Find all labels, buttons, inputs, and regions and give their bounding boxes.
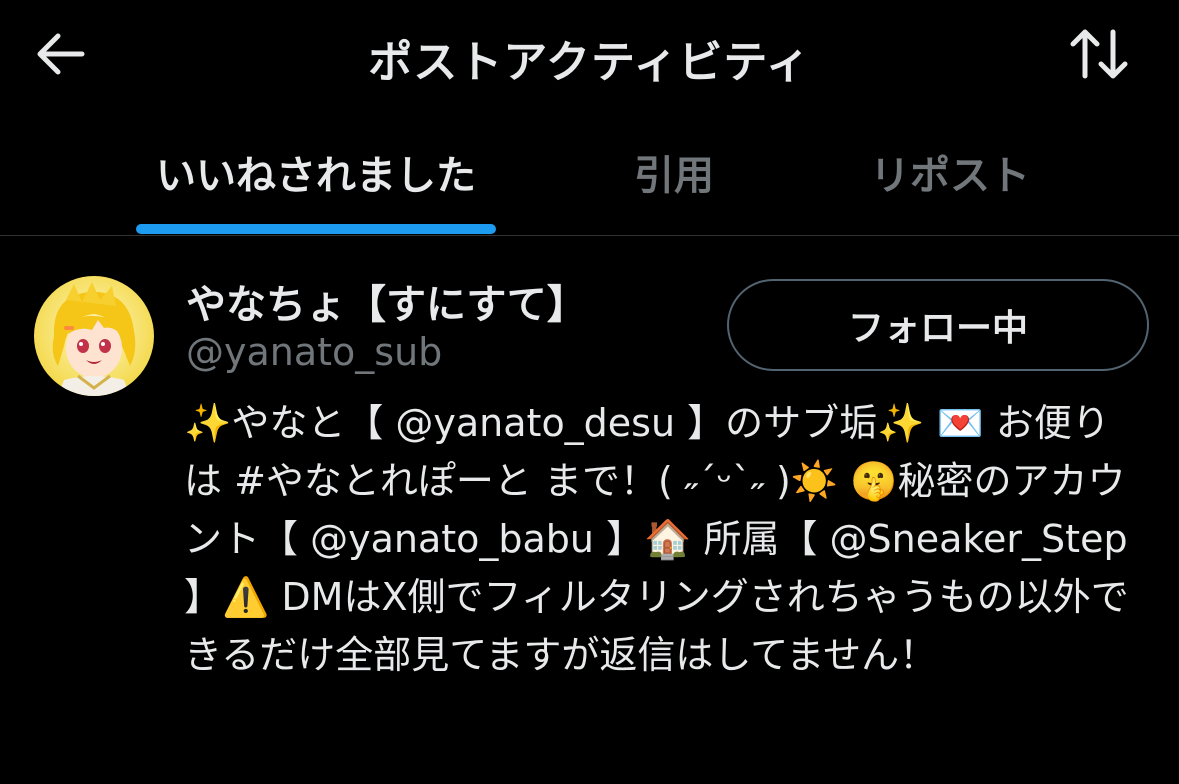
tab-bar: いいねされました 引用 リポスト [0,110,1179,236]
display-name[interactable]: やなちょ【すにすて】 [186,272,587,330]
avatar-image [34,276,154,396]
page-title: ポストアクティビティ [368,37,811,88]
avatar[interactable] [34,276,154,396]
tab-reposts[interactable]: リポスト [850,110,1050,234]
tab-quotes[interactable]: 引用 [594,110,754,234]
active-tab-indicator [136,224,496,234]
sort-button[interactable] [1063,22,1135,86]
sort-arrows-icon [1070,29,1128,79]
tab-likes[interactable]: いいねされました [136,110,496,234]
user-handle[interactable]: @yanato_sub [186,330,442,374]
header: ポストアクティビティ [0,0,1179,110]
user-bio: ✨やなと【 @yanato_desu 】のサブ垢✨ 💌 お便りは #やなとれぽー… [184,401,1140,677]
following-button[interactable]: フォロー中 [727,279,1149,371]
